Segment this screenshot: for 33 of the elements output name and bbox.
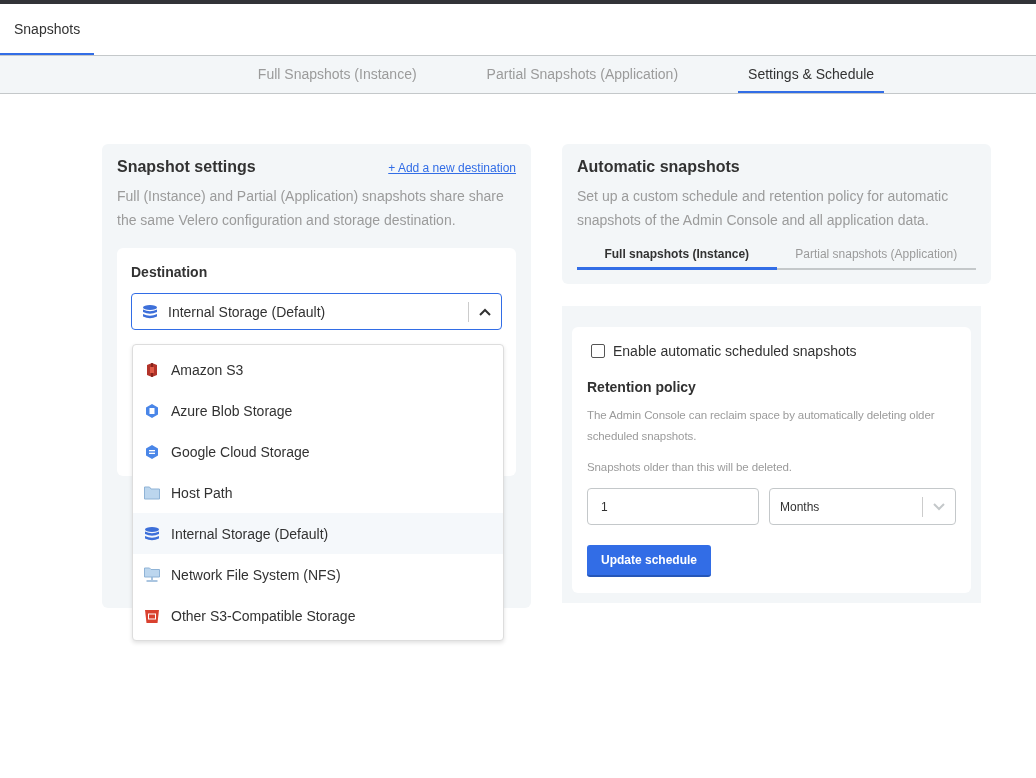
chevron-up-icon xyxy=(479,307,491,316)
retention-unit-select[interactable]: Months xyxy=(769,488,956,525)
checkbox-label: Enable automatic scheduled snapshots xyxy=(613,343,857,359)
retention-description: The Admin Console can reclaim space by automatically deleting older scheduled snapshots. xyxy=(587,408,936,444)
network-folder-icon xyxy=(143,566,161,583)
dropdown-option[interactable]: Amazon S3 xyxy=(133,349,503,390)
database-icon xyxy=(142,303,158,320)
section-title: Retention policy xyxy=(587,379,697,395)
card-description: Full (Instance) and Partial (Application) snapshots share share the same Velero configuration and storage destination. xyxy=(117,187,505,230)
hexagon-icon xyxy=(143,443,161,460)
card-title: Snapshot settings xyxy=(117,158,256,176)
bucket-icon xyxy=(143,607,161,624)
dropdown-option[interactable]: Google Cloud Storage xyxy=(133,431,503,472)
dropdown-option[interactable]: Other S3-Compatible Storage xyxy=(133,595,503,636)
snapshot-type-tab[interactable]: Full snapshots (Instance) xyxy=(577,244,777,270)
dropdown-option[interactable]: Network File System (NFS) xyxy=(133,554,503,595)
dropdown-option[interactable]: Host Path xyxy=(133,472,503,513)
update-schedule-button[interactable]: Update schedule xyxy=(587,545,712,577)
chevron-down-icon xyxy=(933,502,945,511)
add-destination-link[interactable]: + Add a new destination xyxy=(388,161,516,175)
folder-icon xyxy=(143,485,161,500)
retention-hint: Snapshots older than this will be deleted. xyxy=(587,460,793,475)
dropdown-option[interactable]: Azure Blob Storage xyxy=(133,390,503,431)
sub-tab[interactable]: Settings & Schedule xyxy=(738,56,885,93)
hexagon-icon xyxy=(143,402,161,419)
database-icon xyxy=(143,525,161,542)
card-description: Set up a custom schedule and retention policy for automatic snapshots of the Admin Console and all application data. xyxy=(577,187,950,230)
destination-select[interactable]: Internal Storage (Default) xyxy=(131,293,502,330)
dropdown-option[interactable]: Internal Storage (Default) xyxy=(133,513,503,554)
checkbox[interactable] xyxy=(591,344,605,358)
retention-amount-field[interactable]: 1 xyxy=(587,488,759,525)
field-label: Destination xyxy=(131,264,209,280)
card-title: Automatic snapshots xyxy=(577,158,741,176)
